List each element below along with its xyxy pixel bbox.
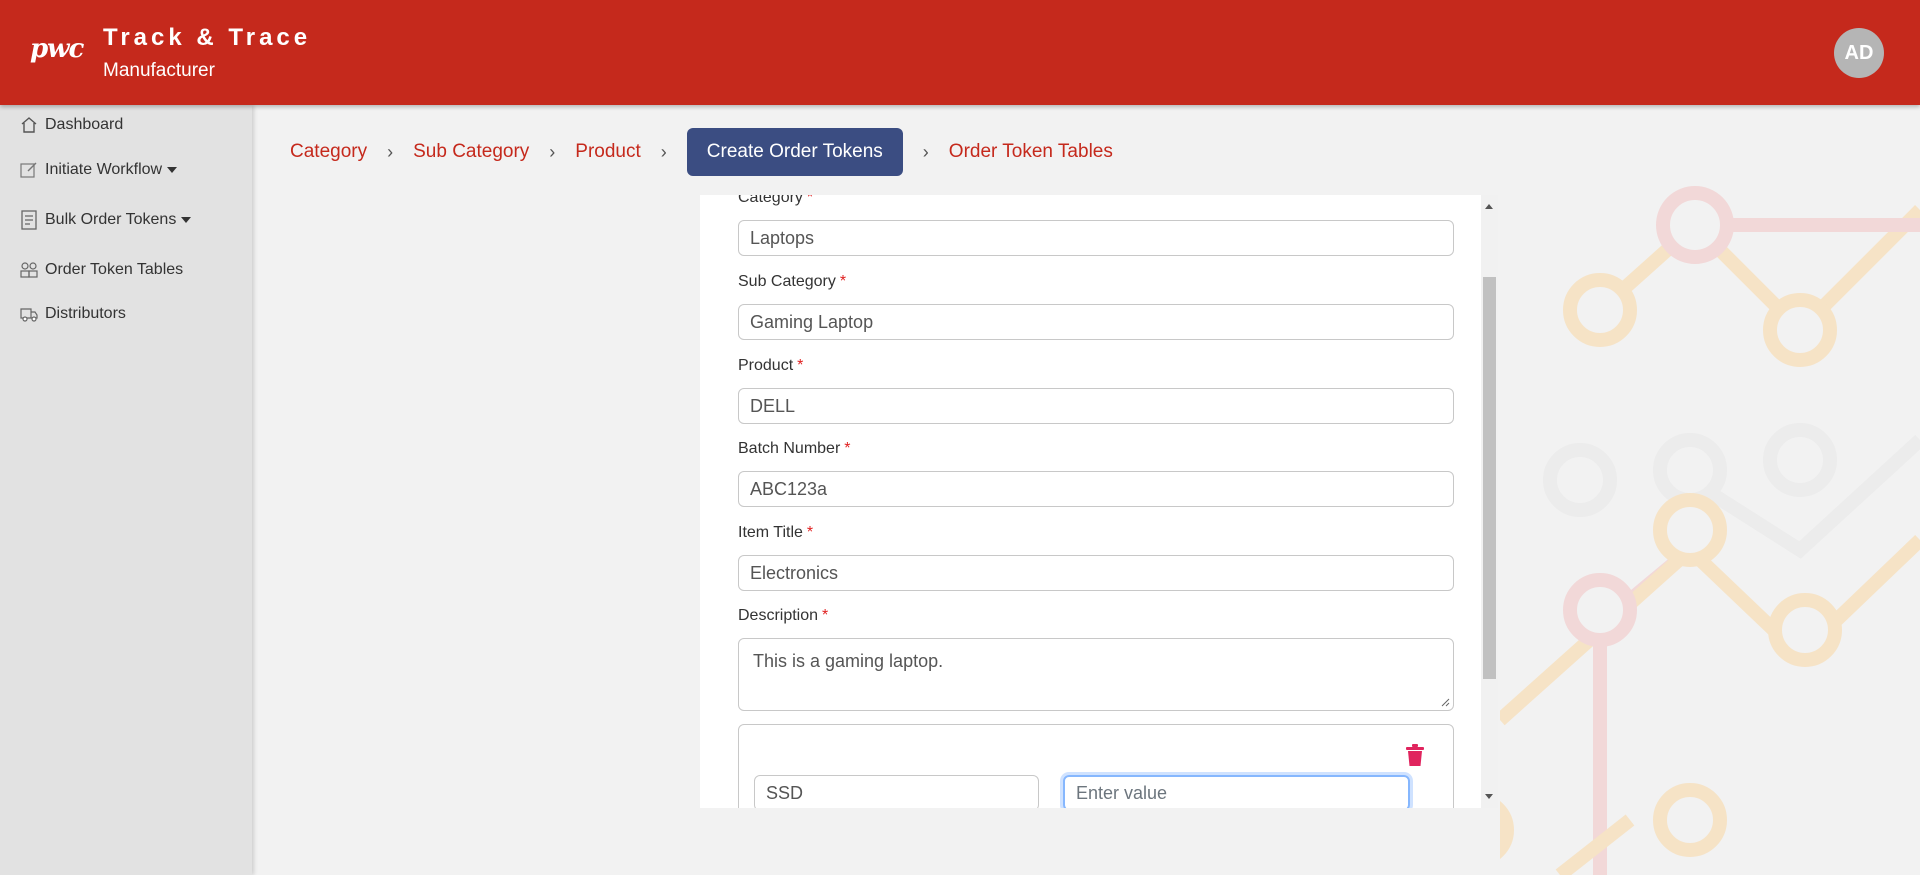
item-title-label: Item Title *	[738, 524, 814, 541]
breadcrumb: Category › Sub Category › Product › Crea…	[290, 128, 1113, 176]
batch-number-label: Batch Number *	[738, 440, 851, 457]
sidebar-item-initiate-workflow[interactable]: Initiate Workflow	[20, 161, 178, 179]
resize-grip-icon[interactable]	[1440, 697, 1450, 707]
trash-icon[interactable]	[1404, 743, 1426, 767]
scroll-down-icon[interactable]	[1485, 794, 1493, 799]
sidebar-item-bulk-order-tokens[interactable]: Bulk Order Tokens	[20, 210, 192, 230]
sidebar-item-label: Bulk Order Tokens	[45, 211, 177, 228]
product-input[interactable]: DELL	[738, 388, 1454, 424]
sidebar-item-distributors[interactable]: Distributors	[20, 305, 126, 323]
document-icon	[20, 210, 38, 230]
description-label: Description *	[738, 607, 829, 624]
sidebar-item-label: Dashboard	[45, 116, 124, 133]
chevron-right-icon: ›	[660, 141, 667, 162]
order-token-form: Category * Laptops Sub Category * Gaming L…	[700, 195, 1486, 808]
chevron-down-icon	[181, 217, 192, 223]
attribute-key-input[interactable]: SSD	[754, 775, 1039, 808]
category-input[interactable]: Laptops	[738, 220, 1454, 256]
truck-icon	[20, 305, 38, 323]
sub-category-input[interactable]: Gaming Laptop	[738, 304, 1454, 340]
sidebar-item-label: Order Token Tables	[45, 261, 184, 278]
batch-number-input[interactable]: ABC123a	[738, 471, 1454, 507]
breadcrumb-product[interactable]: Product	[575, 141, 640, 163]
pwc-logo[interactable]: pwc	[30, 34, 84, 64]
attribute-row: SSD Enter value	[738, 724, 1454, 808]
scroll-up-icon[interactable]	[1485, 204, 1493, 209]
form-scrollbar[interactable]	[1481, 195, 1498, 808]
item-title-input[interactable]: Electronics	[738, 555, 1454, 591]
app-title: Track & Trace	[103, 24, 312, 51]
sub-category-label: Sub Category *	[738, 273, 847, 290]
product-label: Product *	[738, 357, 804, 374]
sidebar: Dashboard Initiate Workflow Bulk Order T…	[0, 105, 252, 875]
app-role: Manufacturer	[103, 60, 215, 81]
chevron-right-icon: ›	[387, 141, 394, 162]
breadcrumb-sub-category[interactable]: Sub Category	[413, 141, 529, 163]
sidebar-item-label: Distributors	[45, 305, 126, 322]
home-icon	[20, 116, 38, 134]
description-text: This is a gaming laptop.	[753, 651, 944, 671]
app-header: pwc Track & Trace Manufacturer AD	[0, 0, 1920, 105]
user-avatar[interactable]: AD	[1834, 28, 1884, 78]
description-textarea[interactable]: This is a gaming laptop.	[738, 638, 1454, 711]
breadcrumb-order-token-tables[interactable]: Order Token Tables	[949, 141, 1113, 163]
breadcrumb-category[interactable]: Category	[290, 141, 367, 163]
users-icon	[20, 261, 38, 279]
sidebar-item-label: Initiate Workflow	[45, 161, 163, 178]
edit-icon	[20, 161, 38, 179]
attribute-value-input[interactable]: Enter value	[1063, 775, 1410, 808]
chevron-right-icon: ›	[922, 141, 929, 162]
breadcrumb-create-order-tokens[interactable]: Create Order Tokens	[686, 128, 903, 176]
sidebar-item-order-token-tables[interactable]: Order Token Tables	[20, 261, 183, 279]
scrollbar-thumb[interactable]	[1483, 277, 1496, 679]
chevron-down-icon	[167, 167, 178, 173]
chevron-right-icon: ›	[549, 141, 556, 162]
category-label: Category *	[738, 195, 814, 206]
sidebar-item-dashboard[interactable]: Dashboard	[20, 116, 123, 134]
background-network-graphic	[1500, 186, 1920, 875]
